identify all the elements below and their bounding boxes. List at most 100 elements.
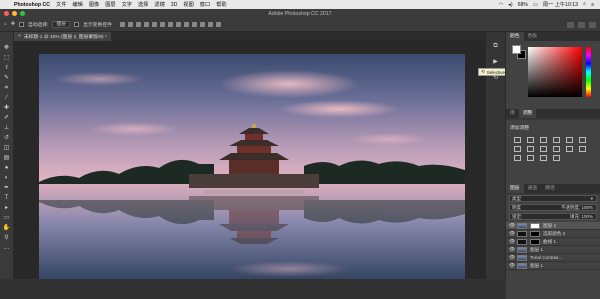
layer-row[interactable]: 👁 曲线 1	[506, 238, 600, 246]
fill-value[interactable]: 100%	[581, 214, 593, 219]
layer-row[interactable]: 👁 图层 2	[506, 222, 600, 230]
actions-panel-icon[interactable]: ▶	[492, 58, 500, 66]
layer-row[interactable]: 👁 图层 1	[506, 262, 600, 270]
eye-icon[interactable]: 👁	[509, 239, 515, 245]
exposure-icon[interactable]	[553, 137, 560, 143]
minimize-window-button[interactable]	[12, 11, 17, 16]
type-tool-icon[interactable]: T	[3, 194, 11, 202]
eyedropper-tool-icon[interactable]: ⁄	[3, 94, 11, 102]
menu-3d[interactable]: 3D	[171, 2, 178, 8]
menu-view[interactable]: 视图	[183, 1, 193, 8]
menu-image[interactable]: 图像	[89, 1, 99, 8]
quick-select-tool-icon[interactable]: ✎	[3, 74, 11, 82]
black-white-icon[interactable]	[527, 146, 534, 152]
vibrance-icon[interactable]	[566, 137, 573, 143]
channel-mixer-icon[interactable]	[553, 146, 560, 152]
3d-mode-icon[interactable]	[567, 21, 574, 28]
volume-icon[interactable]: ◂)	[508, 2, 512, 8]
brush-tool-icon[interactable]: ✐	[3, 114, 11, 122]
wifi-icon[interactable]: ◠	[499, 2, 504, 8]
brightness-contrast-icon[interactable]	[514, 137, 521, 143]
posterize-icon[interactable]	[514, 155, 521, 161]
color-lookup-icon[interactable]	[566, 146, 573, 152]
distribute-right-icon[interactable]	[207, 22, 213, 27]
history-brush-tool-icon[interactable]: ↺	[3, 134, 11, 142]
distribute-left-icon[interactable]	[191, 22, 197, 27]
align-right-icon[interactable]	[159, 22, 165, 27]
layer-row[interactable]: 👁 图层 1	[506, 246, 600, 254]
search-icon[interactable]	[589, 21, 596, 28]
history-panel-icon[interactable]: ⧉	[492, 42, 500, 50]
tab-paths[interactable]: 路径	[541, 184, 559, 193]
shape-tool-icon[interactable]: ▭	[3, 214, 11, 222]
menu-file[interactable]: 文件	[56, 1, 66, 8]
blend-mode-dropdown[interactable]: 明度	[512, 205, 521, 210]
document-canvas-image[interactable]	[39, 54, 465, 279]
pen-tool-icon[interactable]: ✒	[3, 184, 11, 192]
distribute-bottom-icon[interactable]	[183, 22, 189, 27]
align-vcenter-icon[interactable]	[127, 22, 133, 27]
zoom-tool-icon[interactable]: ⚲	[3, 234, 11, 242]
color-balance-icon[interactable]	[514, 146, 521, 152]
eye-icon[interactable]: 👁	[509, 263, 515, 269]
close-window-button[interactable]	[4, 11, 9, 16]
marquee-tool-icon[interactable]: ⬚	[3, 54, 11, 62]
lasso-tool-icon[interactable]: ℓ	[3, 64, 11, 72]
auto-select-dropdown[interactable]: 图层	[52, 21, 71, 28]
move-tool-icon[interactable]: ✥	[3, 44, 11, 52]
battery-icon[interactable]: ▭	[533, 2, 538, 8]
tab-libraries[interactable]: 库	[506, 109, 519, 118]
show-transform-checkbox[interactable]	[74, 22, 80, 27]
auto-select-checkbox[interactable]	[18, 22, 24, 27]
color-picker-field[interactable]	[528, 47, 582, 97]
menu-help[interactable]: 帮助	[216, 1, 226, 8]
layer-filter-dropdown[interactable]: 类型 ▾	[509, 195, 597, 202]
eye-icon[interactable]: 👁	[509, 231, 515, 237]
search-icon[interactable]: ⌕	[583, 1, 586, 8]
align-hcenter-icon[interactable]	[151, 22, 157, 27]
hue-slider[interactable]	[586, 47, 591, 97]
path-select-tool-icon[interactable]: ▸	[3, 204, 11, 212]
clone-stamp-tool-icon[interactable]: ⊥	[3, 124, 11, 132]
menu-edit[interactable]: 编辑	[72, 1, 82, 8]
clock[interactable]: 周一 上午10:13	[543, 1, 578, 8]
levels-icon[interactable]	[527, 137, 534, 143]
zoom-window-button[interactable]	[20, 11, 25, 16]
opacity-value[interactable]: 100%	[581, 205, 593, 210]
crop-tool-icon[interactable]: ⌗	[3, 84, 11, 92]
blur-tool-icon[interactable]: ●	[3, 164, 11, 172]
eraser-tool-icon[interactable]: ◫	[3, 144, 11, 152]
align-top-icon[interactable]	[119, 22, 125, 27]
hand-tool-icon[interactable]: ✋	[3, 224, 11, 232]
eye-icon[interactable]: 👁	[509, 255, 515, 261]
menu-type[interactable]: 文字	[122, 1, 132, 8]
distribute-top-icon[interactable]	[167, 22, 173, 27]
eye-icon[interactable]: 👁	[509, 223, 515, 229]
workspace-icon[interactable]	[578, 21, 585, 28]
tab-layers[interactable]: 图层	[506, 184, 524, 193]
dodge-tool-icon[interactable]: ◐	[3, 174, 11, 182]
tab-adjustments[interactable]: 调整	[518, 109, 537, 118]
tab-channels[interactable]: 通道	[524, 184, 542, 193]
home-icon[interactable]: ⌂	[4, 22, 7, 27]
selective-color-icon[interactable]	[553, 155, 560, 161]
menu-layer[interactable]: 图层	[105, 1, 115, 8]
more-tools-icon[interactable]: …	[3, 244, 11, 252]
notification-center-icon[interactable]: ≡	[591, 2, 594, 8]
distribute-hcenter-icon[interactable]	[199, 22, 205, 27]
layer-row[interactable]: 👁 Tonal Contras...	[506, 254, 600, 262]
threshold-icon[interactable]	[527, 155, 534, 161]
layer-mask-thumbnail[interactable]	[530, 230, 540, 237]
curves-icon[interactable]	[540, 137, 547, 143]
auto-align-icon[interactable]	[215, 22, 221, 27]
photo-filter-icon[interactable]	[540, 146, 547, 152]
menu-window[interactable]: 窗口	[200, 1, 210, 8]
gradient-map-icon[interactable]	[540, 155, 547, 161]
layer-row[interactable]: 👁 选取颜色 2	[506, 230, 600, 238]
gradient-tool-icon[interactable]: ▤	[3, 154, 11, 162]
align-bottom-icon[interactable]	[135, 22, 141, 27]
hue-saturation-icon[interactable]	[579, 137, 586, 143]
align-left-icon[interactable]	[143, 22, 149, 27]
healing-brush-tool-icon[interactable]: ✚	[3, 104, 11, 112]
move-tool-icon[interactable]: ✥	[11, 22, 15, 27]
